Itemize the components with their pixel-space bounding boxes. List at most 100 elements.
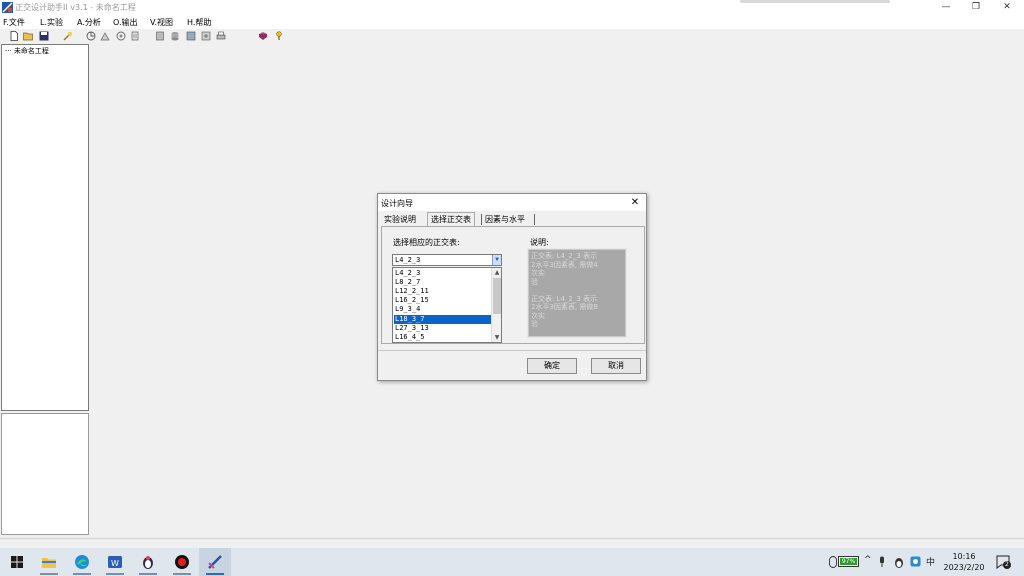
tab-separator: [481, 214, 482, 225]
taskbar-word[interactable]: W: [99, 548, 131, 576]
ok-button[interactable]: 确定: [527, 358, 577, 374]
menu-analysis[interactable]: A.分析: [77, 17, 101, 28]
ime-indicator[interactable]: 中: [926, 555, 935, 568]
variance-icon[interactable]: [130, 31, 140, 41]
minimize-button[interactable]: —: [931, 0, 961, 15]
open-folder-icon[interactable]: [23, 31, 33, 41]
tab-separator: [534, 214, 535, 225]
tree-root-label: 未命名工程: [13, 47, 49, 55]
word-icon: W: [108, 556, 122, 568]
list-item[interactable]: L16_2_15: [394, 296, 491, 305]
scroll-thumb[interactable]: [493, 278, 501, 314]
save-icon[interactable]: [39, 31, 49, 41]
taskbar-underline: [206, 573, 224, 575]
toolbar: [0, 29, 1024, 43]
dialog-close-icon[interactable]: ✕: [628, 196, 642, 209]
dialog-title-bar: 设计向导 ✕: [378, 194, 646, 211]
network-icon[interactable]: [910, 556, 921, 567]
taskbar-file-explorer[interactable]: [33, 548, 65, 576]
folder-icon: [42, 558, 56, 568]
taskbar-underline: [173, 573, 191, 575]
scroll-down-icon[interactable]: ▼: [492, 333, 501, 342]
description-box: 正交表: L4_2_3 表示 2水平3因素表, 需做4 次实 验 正交表: L4…: [527, 248, 627, 338]
record-icon: [175, 555, 189, 569]
menu-file[interactable]: F.文件: [3, 17, 25, 28]
list-item[interactable]: L12_2_11: [394, 287, 491, 296]
window-title: 正交设计助手II v3.1 - 未命名工程: [15, 3, 136, 12]
help-icon[interactable]: [274, 31, 284, 41]
start-button[interactable]: [1, 548, 33, 576]
background-window-strip: [740, 0, 890, 3]
list-item-selected[interactable]: L18_3_7: [394, 315, 491, 324]
dialog-divider: [378, 350, 646, 351]
taskbar-orthogonal-design[interactable]: [199, 548, 231, 576]
list-item[interactable]: L9_3_4: [394, 305, 491, 314]
battery-indicator[interactable]: 97%: [838, 556, 859, 567]
menu-help[interactable]: H.帮助: [187, 17, 211, 28]
scroll-up-icon[interactable]: ▲: [492, 268, 501, 277]
svg-text:W: W: [111, 559, 119, 568]
system-clock[interactable]: 10:16 2023/2/20: [940, 551, 988, 573]
choose-table-panel: 选择相应的正交表: L4_2_3 ▼ L4_2_3 L8_2_7 L12_2_1…: [381, 226, 645, 344]
cancel-button[interactable]: 取消: [591, 358, 641, 374]
taskbar-underline: [139, 573, 157, 575]
tray-chevron-up-icon[interactable]: ^: [864, 555, 872, 565]
edge-icon: [75, 555, 89, 569]
app-icon: [2, 2, 13, 13]
report-icon[interactable]: [186, 31, 196, 41]
tab-experiment-description[interactable]: 实验说明: [381, 213, 419, 226]
windows-icon: [11, 556, 23, 568]
penguin-icon: [143, 556, 153, 569]
taskbar-underline: [106, 573, 124, 575]
notification-count: 2: [1003, 561, 1011, 569]
choose-table-label: 选择相应的正交表:: [393, 238, 460, 247]
export-icon[interactable]: [201, 31, 211, 41]
description-label: 说明:: [530, 238, 549, 247]
taskbar-edge[interactable]: [66, 548, 98, 576]
dialog-title: 设计向导: [381, 199, 413, 208]
analyze-icon[interactable]: [116, 31, 126, 41]
new-file-icon[interactable]: [9, 31, 19, 41]
menu-output[interactable]: O.输出: [113, 17, 138, 28]
battery-percent: 97%: [841, 558, 856, 565]
wizard-icon[interactable]: [63, 31, 73, 41]
tab-choose-orthogonal-table[interactable]: 选择正交表: [427, 212, 475, 226]
tray-app-icon[interactable]: [894, 556, 904, 568]
book-icon[interactable]: [258, 31, 268, 41]
design-wizard-dialog: 设计向导 ✕ 实验说明 选择正交表 因素与水平 选择相应的正交表: L4_2_3…: [377, 193, 647, 381]
taskbar-underline: [73, 573, 91, 575]
orthogonal-app-icon: [208, 555, 222, 569]
clock-time: 10:16: [952, 552, 976, 561]
list-item[interactable]: L16_4_5: [394, 333, 491, 342]
menu-view[interactable]: V.视图: [150, 17, 173, 28]
microphone-icon[interactable]: [878, 556, 886, 568]
chart-icon[interactable]: [100, 31, 110, 41]
mouse-icon[interactable]: [829, 556, 837, 568]
taskbar: W 97% ^ 中 10:16 2023/2/20 2: [0, 548, 1024, 576]
list-item[interactable]: L4_2_3: [394, 269, 491, 278]
taskbar-app-penguin[interactable]: [132, 548, 164, 576]
taskbar-underline: [40, 573, 58, 575]
list-item[interactable]: L27_3_13: [394, 324, 491, 333]
title-bar: 正交设计助手II v3.1 - 未命名工程 — ❐ ✕: [0, 0, 1024, 15]
status-bar: [0, 538, 1024, 548]
print-icon[interactable]: [216, 31, 226, 41]
chevron-down-icon[interactable]: ▼: [492, 255, 501, 265]
properties-panel: [1, 413, 89, 535]
list-item[interactable]: L8_2_7: [394, 278, 491, 287]
table-listbox[interactable]: L4_2_3 L8_2_7 L12_2_11 L16_2_15 L9_3_4 L…: [392, 267, 502, 343]
restore-button[interactable]: ❐: [961, 0, 991, 15]
combobox-value: L4_2_3: [395, 256, 421, 264]
close-button[interactable]: ✕: [992, 0, 1022, 15]
menu-bar: F.文件 L.实验 A.分析 O.输出 V.视图 H.帮助: [0, 15, 1024, 29]
tree-root-item[interactable]: ··· 未命名工程: [5, 46, 49, 56]
database-icon[interactable]: [170, 31, 180, 41]
menu-experiment[interactable]: L.实验: [40, 17, 63, 28]
table-icon[interactable]: [155, 31, 165, 41]
taskbar-recorder[interactable]: [166, 548, 198, 576]
project-tree[interactable]: ··· 未命名工程: [1, 44, 89, 411]
tab-factors-and-levels[interactable]: 因素与水平: [482, 213, 528, 226]
listbox-scrollbar[interactable]: ▲ ▼: [491, 268, 501, 342]
table-combobox[interactable]: L4_2_3 ▼: [392, 254, 502, 266]
calc-icon[interactable]: [86, 31, 96, 41]
